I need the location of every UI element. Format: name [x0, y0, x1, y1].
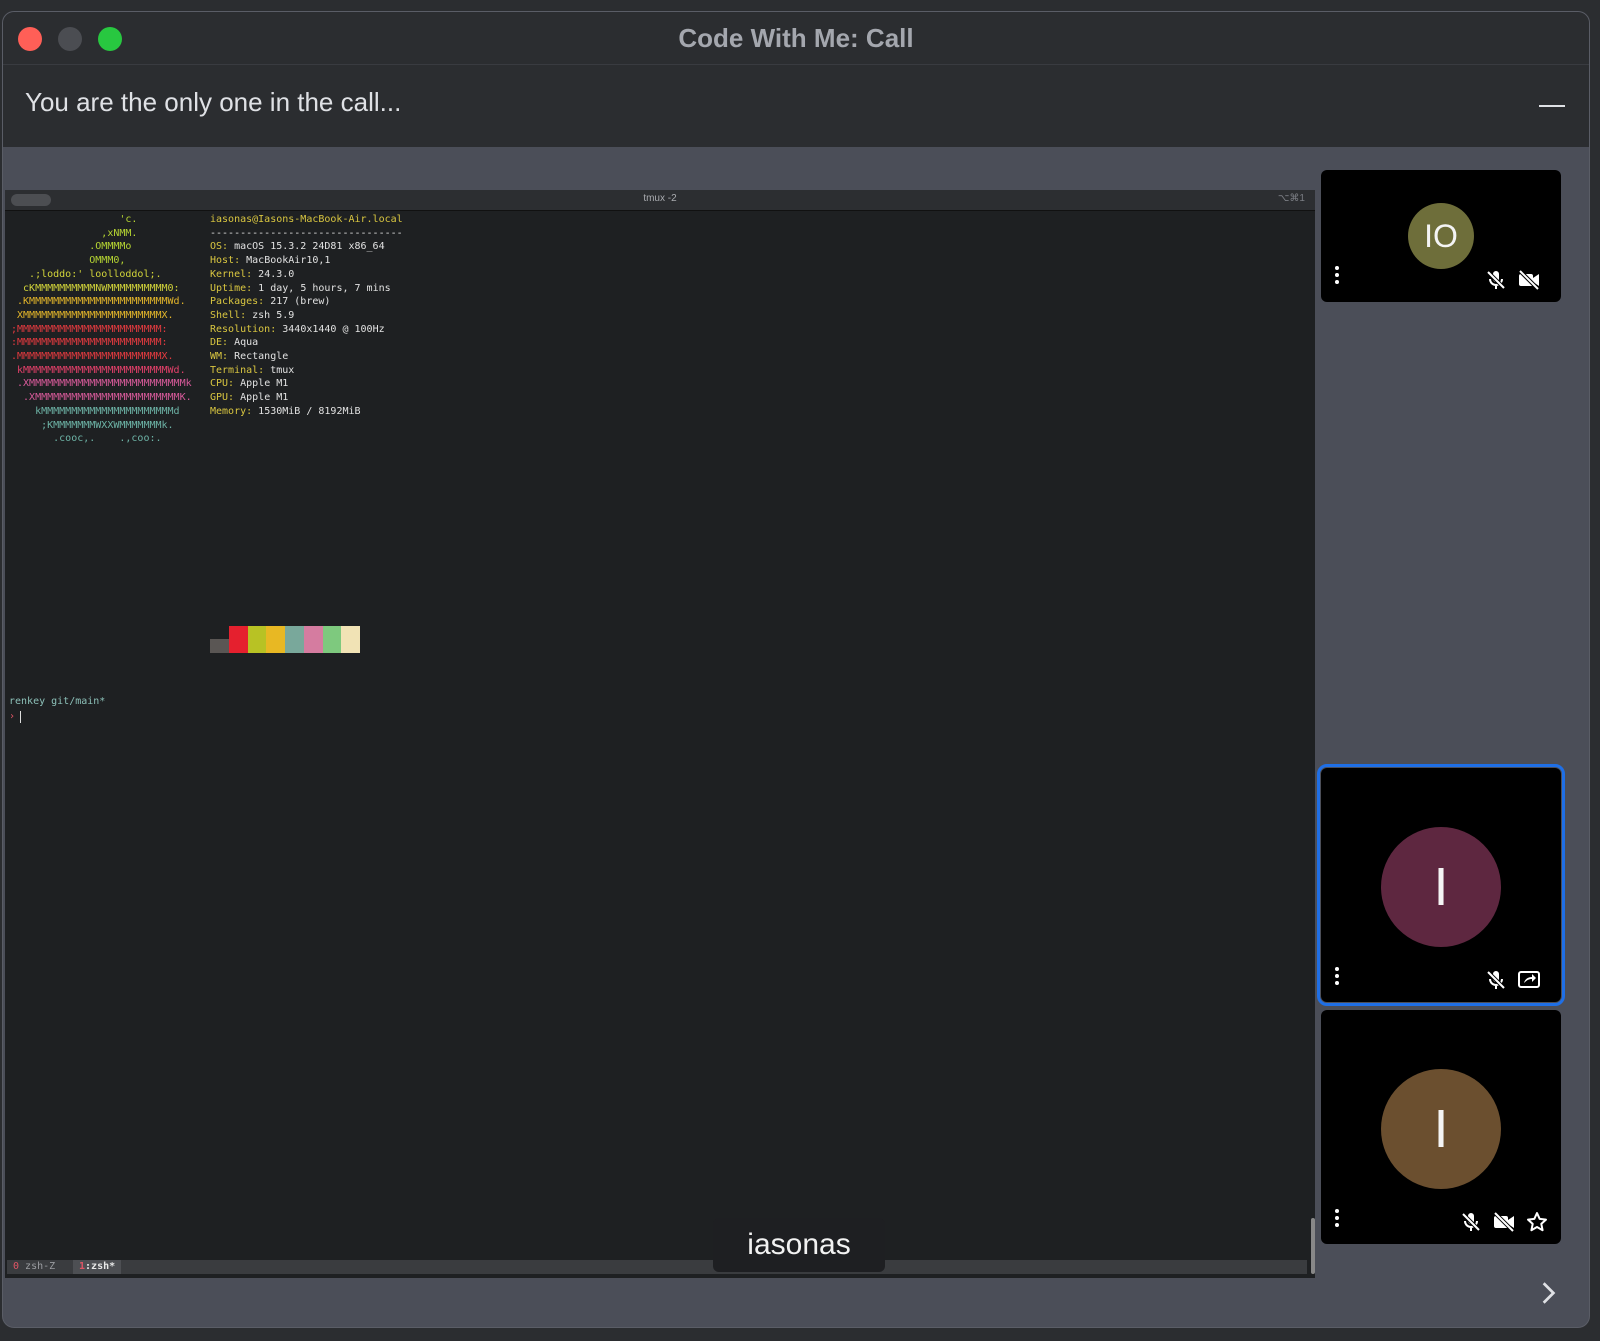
prompt-directory: renkey git/main* — [9, 696, 106, 707]
palette-swatch — [303, 626, 323, 653]
terminal-title: tmux -2 — [643, 193, 677, 204]
call-status-text: You are the only one in the call... — [25, 87, 402, 117]
participant-more-icon[interactable] — [1335, 266, 1339, 287]
info-row: Host: MacBookAir10,1 — [210, 255, 331, 267]
title-bar: Code With Me: Call — [3, 12, 1589, 64]
participant-tile-selected[interactable]: I — [1317, 764, 1565, 1006]
logo-line: .OMMMMo — [11, 241, 132, 253]
logo-line: cKMMMMMMMMMMNWMMMMMMMMMM0: — [11, 282, 180, 294]
info-row: GPU: Apple M1 — [210, 392, 289, 404]
shared-screen: tmux -2 ⌥⌘1 'c. ,xNMM. .OMMMMo OMMM0, .;… — [5, 190, 1315, 1278]
star-icon[interactable] — [1525, 1210, 1549, 1234]
info-row: Shell: zsh 5.9 — [210, 309, 295, 321]
mic-off-icon — [1486, 270, 1506, 290]
speaker-label: iasonas — [713, 1218, 885, 1272]
info-row: Terminal: tmux — [210, 364, 295, 376]
neofetch-logo: 'c. ,xNMM. .OMMMMo OMMM0, .;loddo:' lool… — [11, 213, 192, 446]
logo-line: .XMMMMMMMMMMMMMMMMMMMMMMMMMMk — [11, 378, 192, 390]
mic-off-icon — [1461, 1212, 1481, 1232]
terminal-scrollbar[interactable] — [1311, 1218, 1315, 1274]
call-header: You are the only one in the call... — [3, 64, 1589, 147]
participant-avatar: IO — [1408, 203, 1474, 269]
palette-swatch — [210, 639, 229, 653]
palette-swatch — [228, 626, 248, 653]
palette-swatch — [285, 626, 304, 653]
palette-swatch — [341, 626, 360, 653]
neofetch-separator: -------------------------------- — [210, 227, 403, 239]
participant-more-icon[interactable] — [1335, 1209, 1339, 1230]
participant-more-icon[interactable] — [1335, 967, 1339, 988]
collapse-call-button[interactable] — [1539, 105, 1565, 107]
color-palette — [210, 626, 360, 653]
logo-line: .XMMMMMMMMMMMMMMMMMMMMMMMMK. — [11, 392, 192, 404]
neofetch-info: iasonas@Iasons-MacBook-Air.local -------… — [210, 213, 403, 419]
logo-line: ;KMMMMMMMWXXWMMMMMMMk. — [11, 419, 174, 431]
info-row: Kernel: 24.3.0 — [210, 268, 295, 280]
logo-line: .KMMMMMMMMMMMMMMMMMMMMMMMWd. — [11, 296, 186, 308]
info-row: Uptime: 1 day, 5 hours, 7 mins — [210, 282, 391, 294]
window-title: Code With Me: Call — [678, 23, 914, 53]
tmux-session[interactable]: 0 zsh-Z — [13, 1261, 55, 1272]
logo-line: OMMM0, — [11, 255, 126, 267]
logo-line: ;MMMMMMMMMMMMMMMMMMMMMMMM: — [11, 323, 168, 335]
logo-line: kMMMMMMMMMMMMMMMMMMMMMMMMWd. — [11, 364, 186, 376]
mic-off-icon — [1486, 970, 1506, 990]
terminal-shortcut: ⌥⌘1 — [1277, 193, 1305, 204]
call-window: Code With Me: Call You are the only one … — [2, 11, 1590, 1328]
terminal-cursor — [20, 711, 21, 723]
logo-line: kMMMMMMMMMMMMMMMMMMMMMMd — [11, 405, 180, 417]
info-row: WM: Rectangle — [210, 351, 289, 363]
participant-avatar: I — [1381, 827, 1501, 947]
camera-off-icon — [1518, 269, 1540, 291]
logo-line: :MMMMMMMMMMMMMMMMMMMMMMMM: — [11, 337, 168, 349]
palette-swatch — [322, 626, 342, 653]
terminal-title-bar: tmux -2 ⌥⌘1 — [5, 190, 1315, 211]
info-row: Packages: 217 (brew) — [210, 296, 331, 308]
info-row: CPU: Apple M1 — [210, 378, 289, 390]
palette-swatch — [266, 626, 285, 653]
logo-line: 'c. — [11, 214, 138, 225]
camera-off-icon — [1493, 1211, 1515, 1233]
info-row: Resolution: 3440x1440 @ 100Hz — [210, 323, 385, 335]
logo-line: .;loddo:' loolloddol;. — [11, 268, 162, 280]
chevron-right-icon[interactable] — [1535, 1280, 1561, 1306]
info-row: OS: macOS 15.3.2 24D81 x86_64 — [210, 241, 385, 253]
logo-line: .cooc,. .,coo:. — [11, 433, 162, 445]
participant-avatar: I — [1381, 1069, 1501, 1189]
logo-line: .MMMMMMMMMMMMMMMMMMMMMMMMX. — [11, 351, 174, 363]
participant-tile[interactable]: I — [1321, 1010, 1561, 1244]
logo-line: XMMMMMMMMMMMMMMMMMMMMMMMX. — [11, 309, 174, 321]
tmux-window[interactable]: 1:zsh* — [73, 1260, 122, 1274]
tmux-status-line: 0 zsh-Z 1:zsh* — [7, 1260, 1307, 1274]
participant-tile[interactable]: IO — [1321, 170, 1561, 302]
neofetch-header: iasonas@Iasons-MacBook-Air.local — [210, 214, 403, 225]
logo-line: ,xNMM. — [11, 227, 138, 239]
palette-swatch — [247, 626, 267, 653]
prompt-caret: › — [9, 711, 16, 722]
info-row: DE: Aqua — [210, 337, 259, 349]
info-row: Memory: 1530MiB / 8192MiB — [210, 405, 361, 417]
screen-share-icon — [1518, 971, 1540, 988]
